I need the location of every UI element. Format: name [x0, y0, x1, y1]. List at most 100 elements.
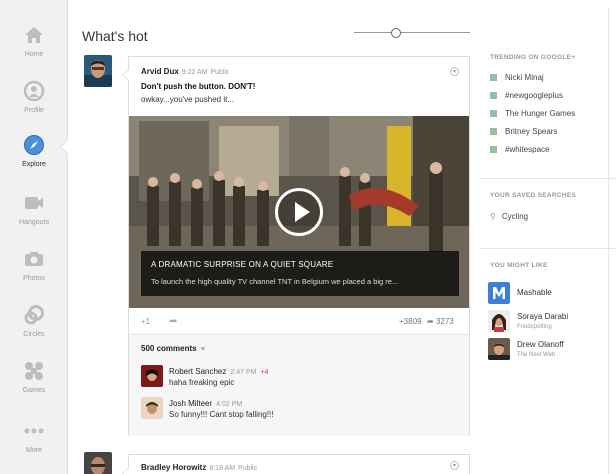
- video-title[interactable]: A DRAMATIC SURPRISE ON A QUIET SQUARE: [151, 260, 333, 269]
- stream-volume-slider[interactable]: [354, 25, 470, 41]
- nav-item-explore[interactable]: Explore: [0, 134, 68, 188]
- trending-label: #whitespace: [505, 145, 550, 154]
- nav-label: Circles: [23, 331, 45, 338]
- video-embed[interactable]: A DRAMATIC SURPRISE ON A QUIET SQUARE To…: [129, 116, 469, 308]
- nav-item-home[interactable]: Home: [0, 24, 68, 78]
- might-like-title: YOU MIGHT LIKE: [490, 262, 548, 269]
- post-menu-icon[interactable]: ▾: [450, 461, 459, 470]
- post-author-avatar[interactable]: [84, 452, 112, 474]
- trending-item[interactable]: Nicki Minaj: [490, 73, 544, 82]
- suggestion-item[interactable]: Drew Olanoff The Next Web: [488, 338, 616, 362]
- nav-label: Games: [22, 387, 46, 394]
- post-author-name[interactable]: Bradley Horowitz: [141, 463, 206, 472]
- post-actions: +1 ➦ +3809 ➦ 3273: [129, 312, 469, 332]
- nav-label: Profile: [24, 107, 44, 114]
- nav-item-profile[interactable]: Profile: [0, 80, 68, 134]
- comments-section: 500 comments ≡ Robert Sanchez 2:47 PM +4 ha…: [129, 334, 469, 436]
- trend-dot-icon: [490, 146, 497, 153]
- search-icon: ⚲: [490, 212, 496, 221]
- suggestion-avatar: [488, 310, 510, 332]
- suggestion-item[interactable]: Soraya Darabi Foodspotting: [488, 310, 616, 334]
- nav-item-circles[interactable]: Circles: [0, 304, 68, 358]
- post-author-line: Arvid Dux 9:22 AM Public: [141, 67, 230, 76]
- post-time[interactable]: 9:22 AM: [182, 69, 208, 76]
- suggestion-item[interactable]: Mashable: [488, 282, 616, 306]
- share-count[interactable]: ➦ 3273: [427, 317, 454, 326]
- post-author-name[interactable]: Arvid Dux: [141, 67, 179, 76]
- trending-item[interactable]: The Hunger Games: [490, 109, 575, 118]
- author-photo: [84, 55, 112, 87]
- post-time[interactable]: 8:18 AM: [209, 465, 235, 472]
- commenter-avatar[interactable]: [141, 397, 163, 419]
- nav-label: Home: [24, 51, 44, 58]
- trending-label: The Hunger Games: [505, 109, 576, 118]
- page-title: What's hot: [82, 28, 148, 44]
- suggestion-avatar: [488, 338, 510, 360]
- post-headline: Don't push the button. DON'T!: [141, 82, 256, 91]
- post-visibility: Public: [210, 69, 230, 76]
- video-description: To launch the high quality TV channel TN…: [151, 277, 399, 286]
- saved-searches-title: YOUR SAVED SEARCHES: [490, 192, 577, 199]
- post-card: Bradley Horowitz 8:18 AM Public ▾: [122, 454, 470, 474]
- trending-item[interactable]: Britney Spears: [490, 127, 557, 136]
- nav-item-more[interactable]: More: [0, 420, 68, 474]
- sidebar-divider: [480, 178, 616, 179]
- post-author-avatar[interactable]: [84, 55, 112, 87]
- card-pointer: [123, 70, 129, 80]
- comment-time[interactable]: 2:47 PM: [230, 369, 256, 376]
- commenter-line: Robert Sanchez 2:47 PM +4: [169, 367, 268, 376]
- nav-item-hangouts[interactable]: Hangouts: [0, 192, 68, 246]
- trending-item[interactable]: #whitespace: [490, 145, 549, 154]
- share-count-icon: ➦: [427, 317, 436, 326]
- saved-search-item[interactable]: ⚲ Cycling: [490, 212, 528, 221]
- suggestion-subtitle: Foodspotting: [517, 324, 552, 330]
- video-camera-icon: [25, 197, 43, 209]
- trend-dot-icon: [490, 74, 497, 81]
- nav-item-games[interactable]: Games: [0, 360, 68, 414]
- commenter-avatar[interactable]: [141, 365, 163, 387]
- profile-icon: [23, 80, 45, 102]
- suggestion-name: Soraya Darabi: [517, 312, 569, 321]
- share-icon[interactable]: ➦: [169, 316, 177, 327]
- author-photo: [84, 452, 112, 474]
- comment-time[interactable]: 4:02 PM: [216, 401, 242, 408]
- compass-icon: [24, 135, 44, 155]
- suggestion-name: Mashable: [517, 288, 552, 297]
- video-caption: A DRAMATIC SURPRISE ON A QUIET SQUARE To…: [141, 251, 459, 296]
- post-body: owkay...you've pushed it...: [141, 95, 234, 104]
- saved-search-label: Cycling: [501, 212, 529, 221]
- comment-text: So funny!!! Cant stop falling!!!: [169, 410, 274, 419]
- comment-count[interactable]: 500 comments ≡: [141, 344, 205, 353]
- nav-item-photos[interactable]: Photos: [0, 248, 68, 302]
- nav-label: Photos: [23, 275, 45, 282]
- left-navigation: Home Profile Explore Hangouts Photos Cir…: [0, 0, 68, 474]
- right-column-edge: [608, 8, 616, 474]
- commenter-line: Josh Milteer 4:02 PM: [169, 399, 242, 408]
- expand-caret-icon: ≡: [200, 346, 205, 353]
- trending-title: TRENDING ON GOOGLE+: [490, 54, 576, 61]
- comment-count-label: 500 comments: [141, 344, 197, 353]
- more-dots-icon: [24, 428, 44, 434]
- trend-dot-icon: [490, 92, 497, 99]
- comment: Robert Sanchez 2:47 PM +4 haha freaking ep…: [141, 365, 451, 391]
- trending-item[interactable]: #newgoogleplus: [490, 91, 563, 100]
- slider-track: [354, 32, 470, 33]
- post-visibility: Public: [238, 465, 258, 472]
- play-button-icon[interactable]: [275, 188, 323, 236]
- plus-one-button[interactable]: +1: [141, 317, 150, 326]
- nav-label: Explore: [22, 161, 46, 168]
- comment-text: haha freaking epic: [169, 378, 235, 387]
- commenter-name[interactable]: Josh Milteer: [169, 399, 212, 408]
- suggestion-subtitle: The Next Web: [517, 352, 556, 358]
- trending-label: Britney Spears: [505, 127, 558, 136]
- post-author-line: Bradley Horowitz 8:18 AM Public: [141, 463, 257, 472]
- comment: Josh Milteer 4:02 PM So funny!!! Cant sto…: [141, 397, 451, 423]
- sidebar-divider: [480, 248, 616, 249]
- games-icon: [25, 362, 43, 380]
- camera-icon: [25, 252, 43, 266]
- commenter-name[interactable]: Robert Sanchez: [169, 367, 226, 376]
- trend-dot-icon: [490, 128, 497, 135]
- post-menu-icon[interactable]: ▾: [450, 67, 459, 76]
- plus-count[interactable]: +3809: [399, 317, 421, 326]
- slider-knob[interactable]: [391, 28, 402, 38]
